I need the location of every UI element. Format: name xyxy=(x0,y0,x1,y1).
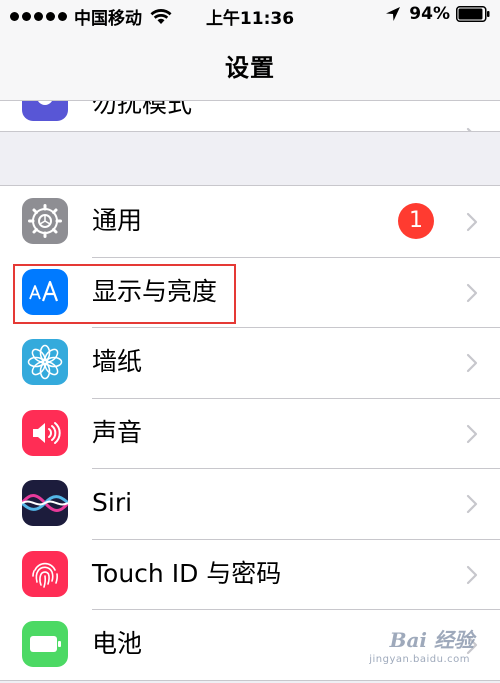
settings-item-do-not-disturb[interactable]: 勿扰模式 xyxy=(0,101,500,132)
chevron-right-icon xyxy=(466,212,478,232)
chevron-right-icon xyxy=(466,565,478,584)
notification-badge: 1 xyxy=(398,203,434,239)
flower-icon xyxy=(22,339,68,385)
location-arrow-icon xyxy=(386,7,401,21)
battery-icon xyxy=(456,6,490,22)
chevron-right-icon xyxy=(466,424,478,443)
battery-icon xyxy=(22,621,68,667)
settings-item-label: 墙纸 xyxy=(92,347,143,376)
chevron-right-icon xyxy=(466,494,478,514)
chevron-right-icon xyxy=(466,127,472,131)
watermark-url: jingyan.baidu.com xyxy=(369,654,470,665)
settings-item-sounds[interactable]: 声音 xyxy=(0,397,500,469)
page-title: 设置 xyxy=(225,54,275,82)
chevron-right-icon xyxy=(466,353,478,373)
watermark: Bai 经验 jingyan.baidu.com xyxy=(369,624,474,670)
settings-item-wallpaper[interactable]: 墙纸 xyxy=(0,327,500,398)
settings-item-label: 声音 xyxy=(92,417,143,447)
battery-percent: 94% xyxy=(409,4,450,24)
gear-icon xyxy=(22,198,68,244)
settings-item-label: Siri xyxy=(92,488,133,517)
settings-item-general[interactable]: 通用 1 xyxy=(0,186,500,257)
settings-item-label: 通用 xyxy=(92,206,143,235)
settings-item-touch-id[interactable]: Touch ID 与密码 xyxy=(0,538,500,610)
settings-item-label: Touch ID 与密码 xyxy=(92,558,282,588)
siri-icon xyxy=(22,480,68,526)
status-right: 94% xyxy=(385,4,490,24)
settings-item-display-brightness[interactable]: 显示与亮度 xyxy=(0,256,500,328)
settings-item-label: 电池 xyxy=(92,629,143,658)
text-size-icon xyxy=(22,268,68,315)
nav-bar: 设置 xyxy=(0,30,500,101)
settings-group: 通用 1 显示与亮度 墙纸 声音 Siri Touch ID 与密码 电池 xyxy=(0,185,500,681)
watermark-text: Bai 经验 xyxy=(389,628,474,652)
status-bar: 中国移动 上午11:36 94% xyxy=(0,0,500,30)
chevron-right-icon xyxy=(466,283,478,302)
settings-item-label: 显示与亮度 xyxy=(92,276,218,306)
settings-item-label: 勿扰模式 xyxy=(92,101,193,118)
speaker-icon xyxy=(22,409,68,456)
fingerprint-icon xyxy=(22,550,68,597)
settings-item-siri[interactable]: Siri xyxy=(0,468,500,539)
moon-icon xyxy=(22,101,68,121)
